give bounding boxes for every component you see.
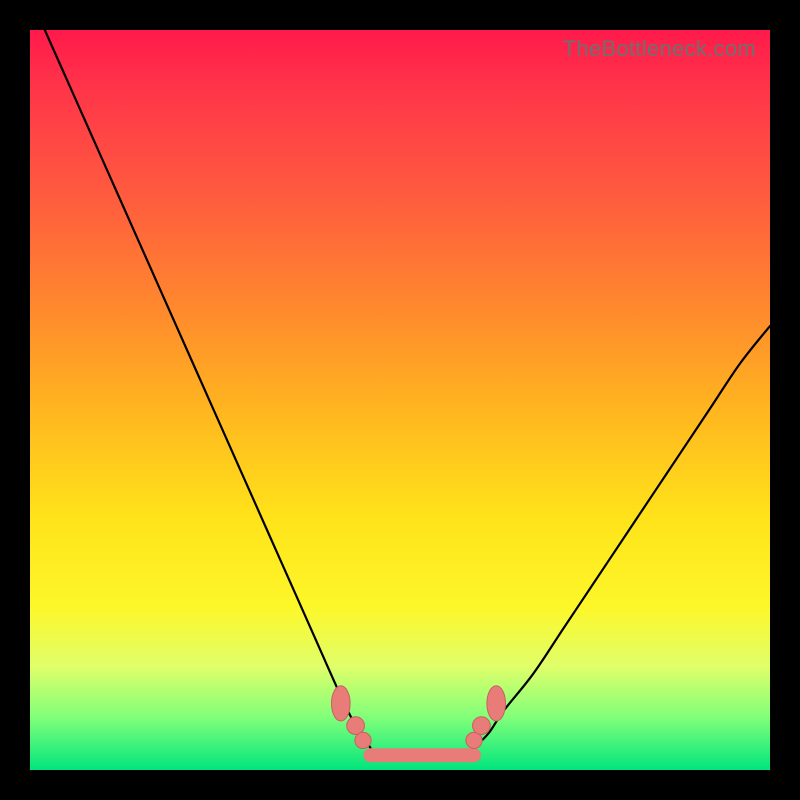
curve-marker [473, 717, 491, 735]
markers-group [331, 686, 505, 749]
curve-marker [331, 686, 350, 721]
right-curve [474, 326, 770, 748]
curves-svg [30, 30, 770, 770]
curve-marker [355, 732, 371, 748]
left-curve [45, 30, 371, 748]
curve-marker [487, 686, 506, 721]
plot-area: TheBottleneck.com [30, 30, 770, 770]
curve-marker [347, 717, 365, 735]
chart-frame: TheBottleneck.com [0, 0, 800, 800]
